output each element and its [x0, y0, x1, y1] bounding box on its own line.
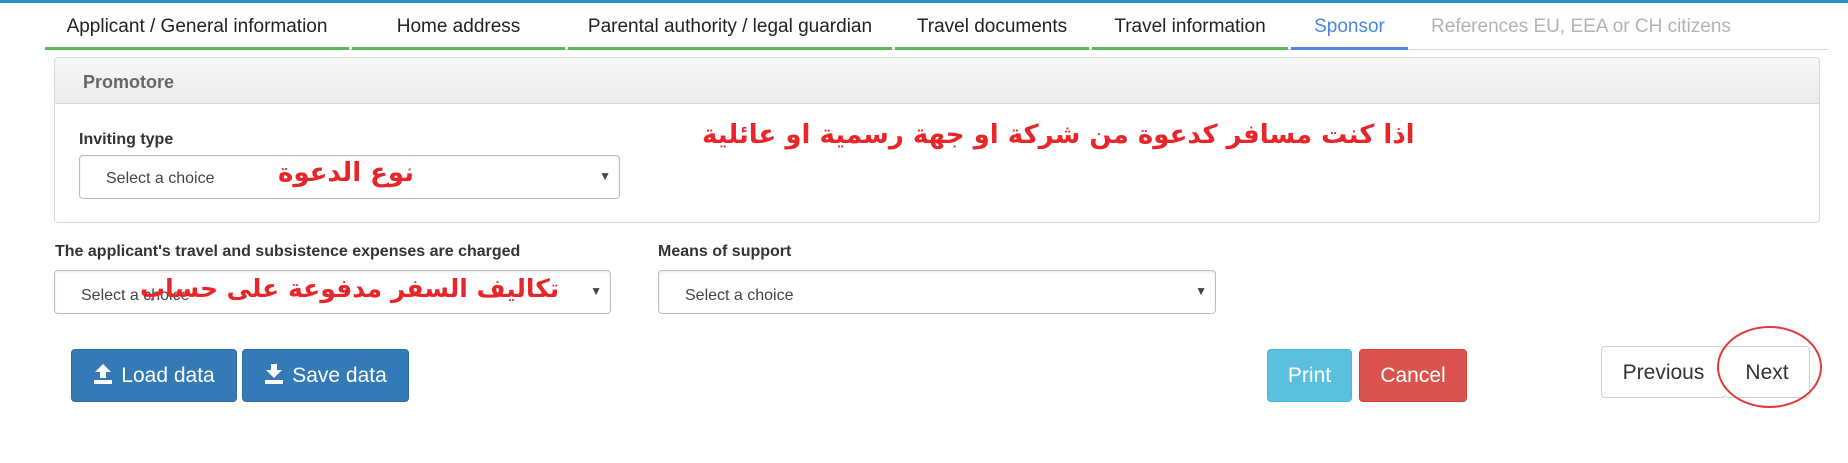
- panel-header: Promotore: [55, 58, 1819, 104]
- tab-applicant-general-information[interactable]: Applicant / General information: [45, 4, 349, 50]
- next-highlight-circle: [1717, 326, 1822, 408]
- print-button[interactable]: Print: [1267, 349, 1352, 402]
- wizard-tabs: Applicant / General information Home add…: [45, 4, 1828, 50]
- expenses-label: The applicant's travel and subsistence e…: [55, 243, 521, 260]
- top-accent-bar: [0, 0, 1848, 3]
- upload-icon: [94, 364, 113, 384]
- caret-down-icon: ▼: [590, 284, 602, 298]
- cancel-button[interactable]: Cancel: [1359, 349, 1467, 402]
- means-of-support-placeholder: Select a choice: [685, 287, 794, 304]
- tab-parental-authority[interactable]: Parental authority / legal guardian: [568, 4, 892, 50]
- load-data-button[interactable]: Load data: [71, 349, 237, 402]
- inviting-type-label: Inviting type: [79, 131, 174, 148]
- load-data-label: Load data: [121, 364, 215, 387]
- tab-sponsor[interactable]: Sponsor: [1291, 4, 1408, 50]
- expenses-annotation: تكاليف السفر مدفوعة على حساب: [140, 274, 560, 303]
- download-icon: [265, 364, 284, 384]
- means-of-support-select[interactable]: Select a choice ▼: [658, 270, 1216, 314]
- inviting-type-placeholder: Select a choice: [106, 170, 215, 187]
- caret-down-icon: ▼: [1195, 284, 1207, 298]
- panel-title: Promotore: [83, 72, 175, 92]
- tab-travel-documents[interactable]: Travel documents: [895, 4, 1089, 50]
- tab-references-eu-citizens: References EU, EEA or CH citizens: [1431, 16, 1731, 37]
- caret-down-icon: ▼: [599, 169, 611, 183]
- save-data-label: Save data: [292, 364, 387, 387]
- invite-note-annotation: اذا كنت مسافر كدعوة من شركة او جهة رسمية…: [702, 120, 1415, 150]
- save-data-button[interactable]: Save data: [242, 349, 409, 402]
- tab-travel-information[interactable]: Travel information: [1092, 4, 1288, 50]
- previous-button[interactable]: Previous: [1601, 346, 1726, 398]
- invite-type-annotation: نوع الدعوة: [278, 158, 414, 188]
- means-of-support-label: Means of support: [658, 243, 792, 260]
- tab-home-address[interactable]: Home address: [352, 4, 565, 50]
